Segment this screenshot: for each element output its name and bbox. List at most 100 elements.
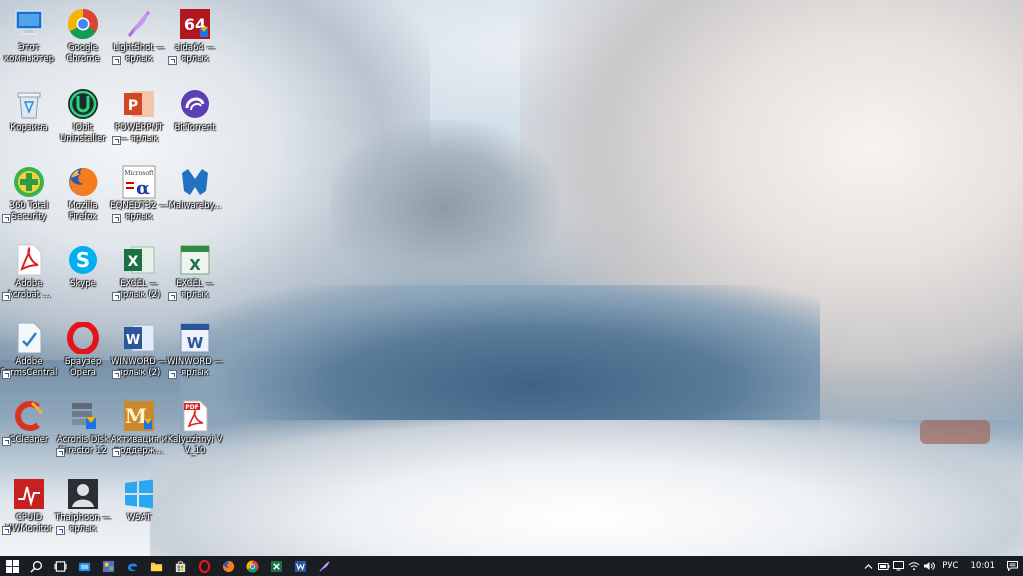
desktop-icon-malwarebytes[interactable]: Malwareby... (166, 164, 224, 212)
desktop-icon-wsat[interactable]: WSAT (110, 476, 168, 524)
shortcut-arrow-icon (112, 214, 121, 223)
search-button[interactable] (24, 556, 48, 576)
shortcut-arrow-icon (2, 214, 11, 223)
desktop-icon-adobe-acrobat[interactable]: Adobe Acrobat ... (0, 242, 58, 301)
store-app-icon (78, 562, 90, 571)
firefox-icon (222, 560, 234, 572)
excel-glyph: X (189, 256, 201, 274)
tray-battery-button[interactable] (876, 556, 891, 576)
desktop-icon-activation-support[interactable]: M Активация и поддерж... (110, 398, 168, 457)
opera-icon (198, 559, 210, 573)
ccleaner-icon (11, 398, 47, 434)
clock[interactable]: 10:01 (965, 561, 1002, 571)
desktop-icon-google-chrome[interactable]: Google Chrome (54, 6, 112, 65)
aida64-icon: 64 (177, 6, 213, 42)
desktop-icon-eqnedt32[interactable]: Microsoft α EQNEDT32 — ярлык (110, 164, 168, 223)
feather-icon (318, 560, 330, 572)
word-glyph: W (187, 334, 204, 352)
iobit-icon (65, 86, 101, 122)
excel-icon: X (121, 242, 157, 278)
monitor-icon (893, 561, 905, 571)
feather-icon (121, 6, 157, 42)
tray-wifi-button[interactable] (906, 556, 921, 576)
skype-icon: S (65, 242, 101, 278)
computer-icon (11, 6, 47, 42)
taskbar-app-excel[interactable] (264, 556, 288, 576)
desktop-icon-powerpoint[interactable]: P POWERPNT — ярлык (110, 86, 168, 145)
desktop-icon-ccleaner[interactable]: CCleaner (0, 398, 58, 446)
equation-editor-brand: Microsoft (124, 170, 154, 177)
tray-volume-button[interactable] (921, 556, 936, 576)
shortcut-arrow-icon (56, 526, 65, 535)
desktop-icon-recycle-bin[interactable]: Корзина (0, 86, 58, 134)
action-center-button[interactable] (1001, 556, 1023, 576)
desktop-icon-winword[interactable]: W WINWORD — ярлык (166, 320, 224, 379)
desktop-icon-label: Kalyuzhnyi V V_10 (167, 435, 223, 456)
search-icon (29, 560, 42, 573)
thaiphoon-icon (65, 476, 101, 512)
shortcut-arrow-icon (112, 370, 121, 379)
shortcut-arrow-icon (168, 370, 177, 379)
desktop-icon-label: Malwareby... (168, 201, 222, 211)
desktop-icon-acronis-disk-director[interactable]: Acronis Disk Director 12 (54, 398, 112, 457)
task-view-button[interactable] (48, 556, 72, 576)
desktop-icon-aida64[interactable]: 64 aida64 — ярлык (166, 6, 224, 65)
show-hidden-icons-button[interactable] (861, 556, 876, 576)
excel-icon: X (177, 242, 213, 278)
desktop-icon-label: WSAT (126, 513, 152, 523)
taskbar-app-lightshot[interactable] (312, 556, 336, 576)
battery-icon (877, 562, 890, 570)
task-view-icon (53, 560, 67, 572)
opera-icon (65, 320, 101, 356)
edge-icon (127, 562, 137, 571)
excel-glyph: X (128, 254, 139, 270)
desktop-icon-mozilla-firefox[interactable]: Mozilla Firefox (54, 164, 112, 223)
desktop-icon-cpuid-hwmonitor[interactable]: CPUID HWMonitor (0, 476, 58, 535)
chrome-icon (65, 6, 101, 42)
desktop-icon-skype[interactable]: S Skype (54, 242, 112, 290)
taskbar-app-store[interactable] (72, 556, 96, 576)
shortcut-arrow-icon (168, 56, 177, 65)
desktop-icon-opera-browser[interactable]: Браузер Opera (54, 320, 112, 379)
taskbar-app-store-bag[interactable] (168, 556, 192, 576)
desktop-icon-excel[interactable]: X EXCEL — ярлык (166, 242, 224, 301)
taskbar-app-firefox[interactable] (216, 556, 240, 576)
shield-plus-icon (11, 164, 47, 200)
powerpoint-glyph: P (128, 98, 138, 114)
word-glyph: W (126, 333, 140, 348)
desktop-icon-iobit-uninstaller[interactable]: IObit Uninstaller (54, 86, 112, 145)
malwarebytes-icon (177, 164, 213, 200)
desktop-icon-label: BitTorrent (174, 123, 216, 133)
start-button[interactable] (0, 556, 24, 576)
desktop-icon-360-total-security[interactable]: 360 Total Security (0, 164, 58, 223)
desktop-icon-label: Google Chrome (66, 43, 100, 64)
desktop-icon-winword-2[interactable]: W WINWORD — ярлык (2) (110, 320, 168, 379)
taskbar-app-edge[interactable] (120, 556, 144, 576)
desktop-icon-lightshot[interactable]: LightShot — ярлык (110, 6, 168, 65)
word-icon (294, 560, 306, 572)
taskbar-app-word[interactable] (288, 556, 312, 576)
taskbar-app-control-panel[interactable] (96, 556, 120, 576)
shortcut-arrow-icon (2, 292, 11, 301)
desktop-icon-bittorrent[interactable]: BitTorrent (166, 86, 224, 134)
desktop-icon-label: IObit Uninstaller (60, 123, 106, 144)
desktop-icon-thaiphoon[interactable]: Thaiphoon — ярлык (54, 476, 112, 535)
svg-text:S: S (76, 248, 90, 272)
windows-logo-icon (121, 476, 157, 512)
taskbar-app-chrome[interactable] (240, 556, 264, 576)
desktop-icon-label: Корзина (10, 123, 48, 133)
desktop-icon-label: Mozilla Firefox (68, 201, 98, 222)
acrobat-icon (11, 242, 47, 278)
desktop-icon-excel-2[interactable]: X EXCEL — ярлык (2) (110, 242, 168, 301)
wallpaper-snow-bank (150, 420, 1023, 556)
taskbar-app-opera[interactable] (192, 556, 216, 576)
desktop-icon-adobe-formscentral[interactable]: Adobe FormsCentral (0, 320, 58, 379)
tray-monitor-button[interactable] (891, 556, 906, 576)
taskbar-app-file-explorer[interactable] (144, 556, 168, 576)
pdf-file-icon: PDF (177, 398, 213, 434)
desktop-icon-pdf-document[interactable]: PDF Kalyuzhnyi V V_10 (166, 398, 224, 457)
desktop-icon-this-pc[interactable]: Этот компьютер (0, 6, 58, 65)
shortcut-arrow-icon (2, 526, 11, 535)
bittorrent-icon (177, 86, 213, 122)
language-indicator[interactable]: РУС (936, 561, 964, 571)
